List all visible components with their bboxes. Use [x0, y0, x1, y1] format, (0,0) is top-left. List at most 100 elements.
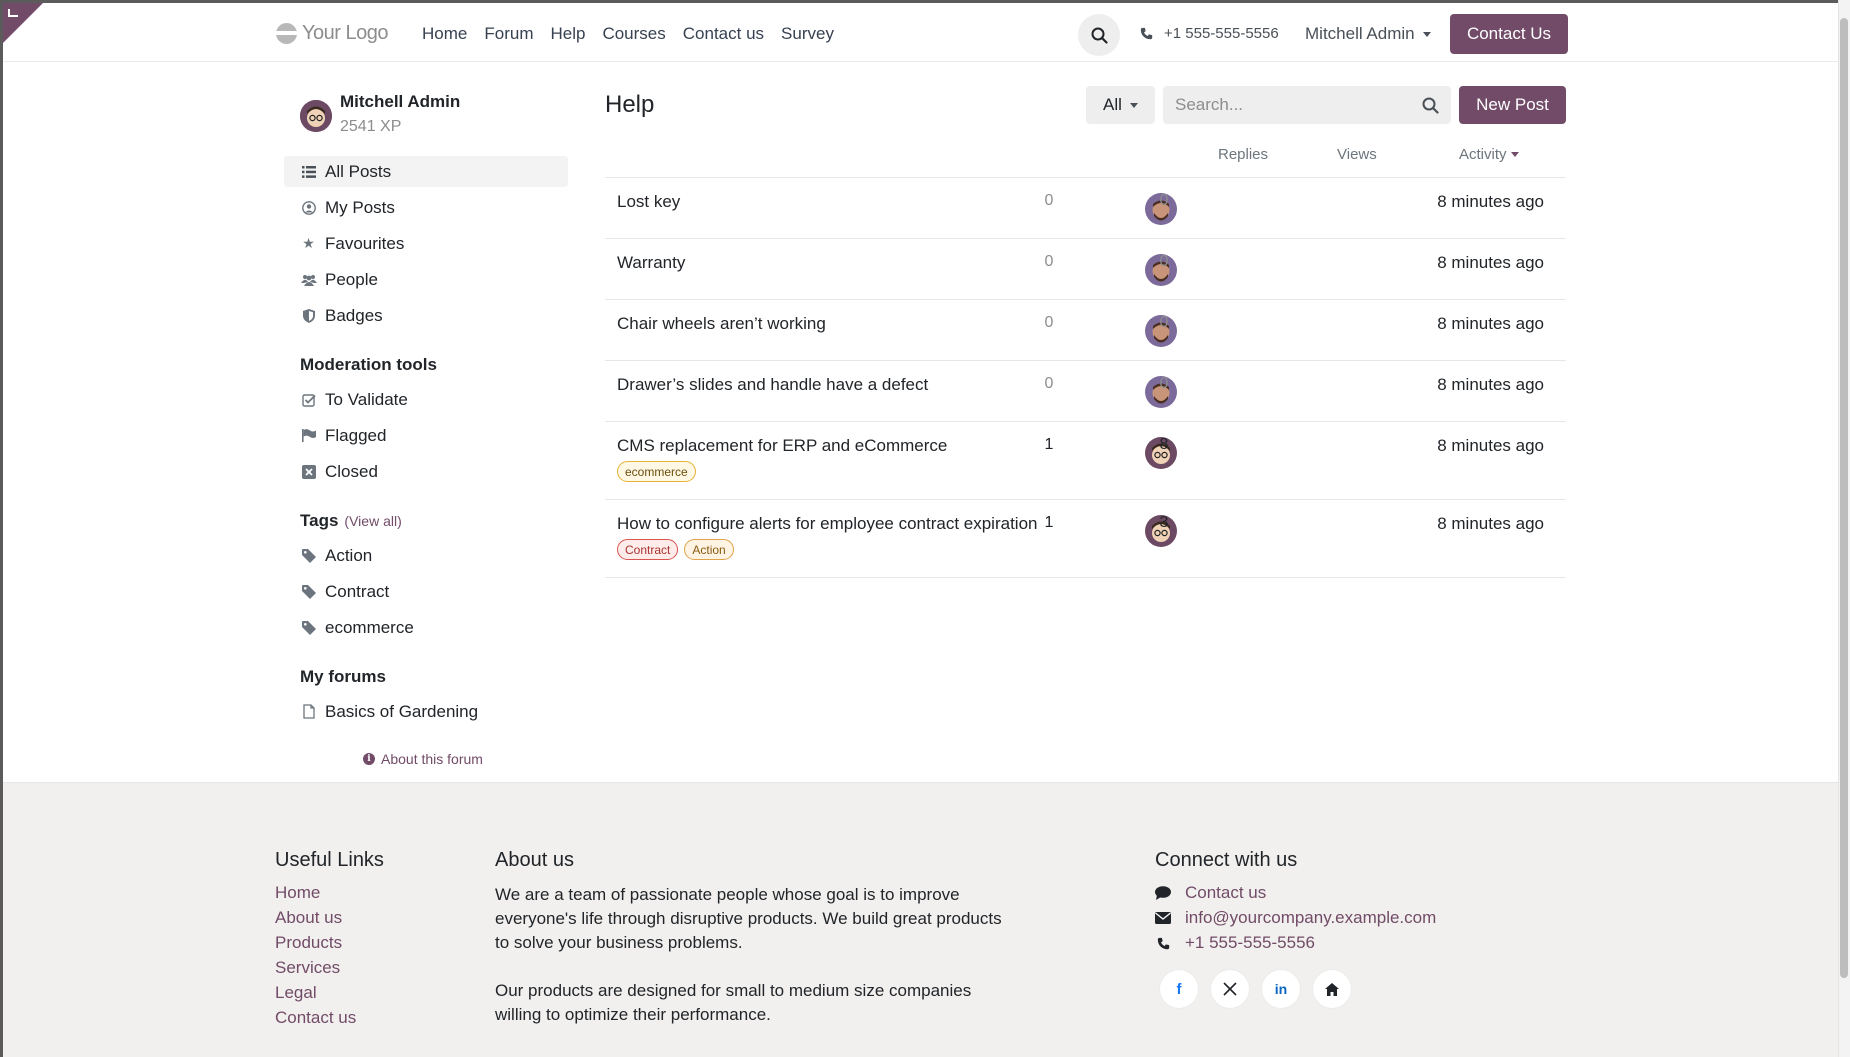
chevron-down-icon	[1129, 102, 1138, 108]
footer-email-link[interactable]: info@yourcompany.example.com	[1155, 908, 1436, 928]
post-title[interactable]: Drawer’s slides and handle have a defect	[617, 375, 928, 395]
footer-link-home[interactable]: Home	[275, 883, 356, 903]
my-forums-heading: My forums	[300, 667, 386, 686]
new-post-button[interactable]: New Post	[1459, 86, 1566, 124]
footer-contact-link[interactable]: Contact us	[1155, 883, 1436, 903]
post-title[interactable]: Chair wheels aren’t working	[617, 314, 826, 334]
close-square-icon	[300, 464, 317, 479]
scrollbar[interactable]	[1838, 0, 1850, 1057]
facebook-icon[interactable]: f	[1160, 970, 1198, 1008]
footer-phone-link[interactable]: +1 555-555-5556	[1155, 933, 1436, 953]
user-menu[interactable]: Mitchell Admin	[1305, 24, 1431, 44]
comment-icon	[1155, 886, 1171, 900]
contact-us-button[interactable]: Contact Us	[1450, 14, 1568, 54]
table-row[interactable]: Chair wheels aren’t working 0 0 8 minute…	[605, 300, 1566, 361]
site-logo[interactable]: Your Logo	[276, 22, 388, 45]
avatar	[300, 100, 332, 132]
search-input[interactable]	[1175, 95, 1422, 115]
sidebar-tag-contract[interactable]: Contract	[284, 576, 568, 607]
sidebar-item-closed[interactable]: Closed	[284, 456, 568, 487]
post-views: 3	[1159, 514, 1169, 531]
tag-badge-ecommerce[interactable]: ecommerce	[617, 461, 696, 482]
nav-home[interactable]: Home	[422, 24, 467, 44]
table-row[interactable]: Drawer’s slides and handle have a defect…	[605, 361, 1566, 422]
x-icon[interactable]	[1211, 970, 1249, 1008]
profile-xp: 2541 XP	[340, 118, 402, 135]
nav-survey[interactable]: Survey	[781, 24, 834, 44]
table-row[interactable]: How to configure alerts for employee con…	[605, 500, 1566, 578]
check-square-icon	[300, 393, 317, 407]
logo-text: Your Logo	[302, 22, 388, 44]
search-icon[interactable]	[1422, 97, 1439, 114]
post-title[interactable]: How to configure alerts for employee con…	[617, 514, 1037, 534]
post-title[interactable]: CMS replacement for ERP and eCommerce	[617, 436, 947, 456]
useful-links-list: Home About us Products Services Legal Co…	[275, 883, 356, 1028]
nav-contact-us[interactable]: Contact us	[683, 24, 764, 44]
linkedin-icon[interactable]: in	[1262, 970, 1300, 1008]
footer-link-products[interactable]: Products	[275, 933, 356, 953]
post-search	[1163, 86, 1451, 124]
main-nav: Home Forum Help Courses Contact us Surve…	[422, 24, 834, 44]
filter-dropdown[interactable]: All	[1086, 86, 1155, 124]
site-header: Your Logo Home Forum Help Courses Contac…	[3, 3, 1838, 62]
footer-link-services[interactable]: Services	[275, 958, 356, 978]
about-forum-label: About this forum	[381, 751, 483, 767]
post-title[interactable]: Warranty	[617, 253, 685, 273]
post-views: 0	[1159, 253, 1169, 270]
nav-courses[interactable]: Courses	[602, 24, 665, 44]
footer-link-legal[interactable]: Legal	[275, 983, 356, 1003]
sidebar-item-people[interactable]: People	[284, 264, 568, 295]
sidebar-item-all-posts[interactable]: All Posts	[284, 156, 568, 187]
about-us-paragraph: We are a team of passionate people whose…	[495, 885, 1002, 952]
home-icon[interactable]	[1313, 970, 1351, 1008]
header-phone-number: +1 555-555-5556	[1164, 25, 1279, 42]
footer-contact-label: Contact us	[1185, 883, 1267, 902]
star-icon: ★	[302, 235, 315, 251]
post-tags: Contract Action	[617, 539, 734, 560]
sidebar-item-favourites[interactable]: ★ Favourites	[284, 228, 568, 259]
post-views: 0	[1159, 192, 1169, 209]
header-search-button[interactable]	[1078, 14, 1120, 56]
sidebar-item-my-posts[interactable]: My Posts	[284, 192, 568, 223]
table-row[interactable]: CMS replacement for ERP and eCommerce ec…	[605, 422, 1566, 500]
sidebar-item-flagged[interactable]: Flagged	[284, 420, 568, 451]
file-icon	[300, 704, 317, 719]
connect-heading: Connect with us	[1155, 849, 1298, 871]
tag-badge-action[interactable]: Action	[684, 539, 734, 560]
sidebar-tag-action[interactable]: Action	[284, 540, 568, 571]
envelope-icon	[1155, 912, 1171, 924]
nav-help[interactable]: Help	[550, 24, 585, 44]
footer-email-label: info@yourcompany.example.com	[1185, 908, 1437, 927]
tag-icon	[300, 620, 317, 635]
phone-icon	[1155, 937, 1171, 950]
page-title: Help	[605, 91, 655, 118]
footer-link-contact-us[interactable]: Contact us	[275, 1008, 356, 1028]
user-profile[interactable]: Mitchell Admin 2541 XP	[300, 92, 460, 136]
footer-link-about-us[interactable]: About us	[275, 908, 356, 928]
table-row[interactable]: Warranty 0 0 8 minutes ago	[605, 239, 1566, 300]
column-header-replies: Replies	[1218, 146, 1269, 163]
post-title[interactable]: Lost key	[617, 192, 680, 212]
nav-forum[interactable]: Forum	[484, 24, 533, 44]
users-icon	[300, 274, 317, 286]
tags-view-all-link[interactable]: (View all)	[344, 513, 401, 529]
post-activity: 8 minutes ago	[1437, 314, 1544, 333]
sidebar-item-badges[interactable]: Badges	[284, 300, 568, 331]
sidebar-item-to-validate[interactable]: To Validate	[284, 384, 568, 415]
about-forum-link[interactable]: i About this forum	[363, 751, 483, 767]
scrollbar-thumb[interactable]	[1840, 18, 1848, 978]
post-activity: 8 minutes ago	[1437, 253, 1544, 272]
post-views: 0	[1159, 375, 1169, 392]
sidebar-tag-ecommerce[interactable]: ecommerce	[284, 612, 568, 643]
sidebar-item-label: Favourites	[325, 233, 405, 253]
header-phone[interactable]: +1 555-555-5556	[1140, 25, 1279, 42]
table-row[interactable]: Lost key 0 0 8 minutes ago	[605, 178, 1566, 239]
sidebar-forum-basics-of-gardening[interactable]: Basics of Gardening	[284, 696, 568, 727]
post-activity: 8 minutes ago	[1437, 192, 1544, 211]
column-header-activity[interactable]: Activity	[1459, 146, 1519, 163]
column-header-views: Views	[1337, 146, 1377, 163]
post-replies: 1	[1044, 514, 1054, 531]
corner-mark-icon	[8, 9, 18, 17]
social-links: f in	[1160, 970, 1351, 1008]
tag-badge-contract[interactable]: Contract	[617, 539, 679, 560]
